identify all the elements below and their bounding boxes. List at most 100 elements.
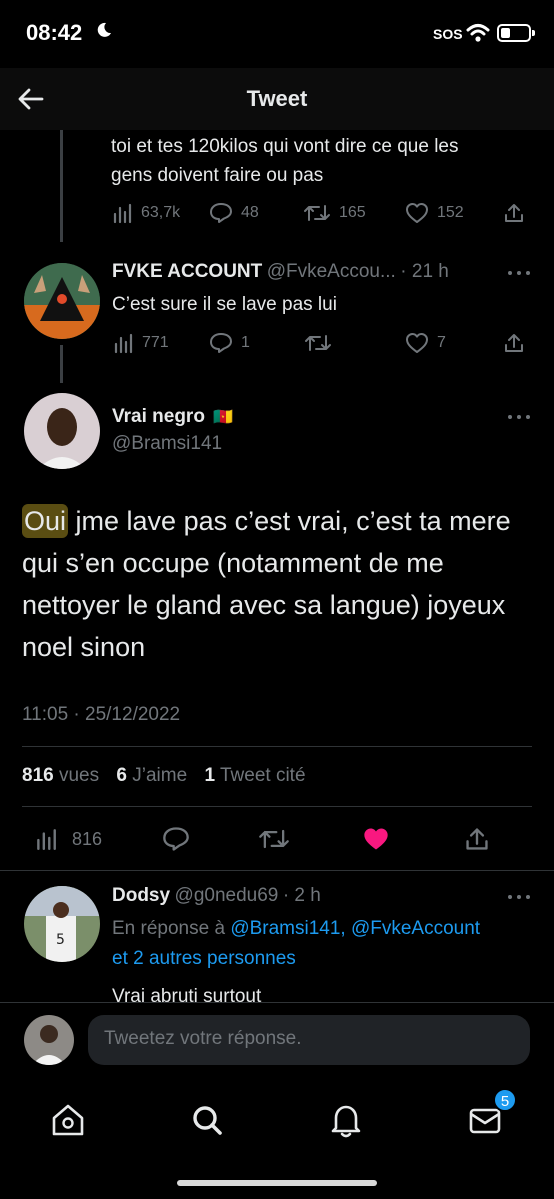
quotes-label: Tweet cité bbox=[219, 765, 306, 786]
reply-text: C’est sure il se lave pas lui bbox=[112, 294, 337, 315]
tweet-stats: 816 vues 6 J’aime 1 Tweet cité bbox=[22, 765, 306, 787]
likes-stat[interactable]: 6 J’aime bbox=[116, 765, 187, 786]
views-count: 816 bbox=[72, 828, 103, 849]
heart-icon bbox=[406, 203, 428, 223]
parent-tweet-text: toi et tes 120kilos qui vont dire ce que… bbox=[111, 136, 459, 186]
like-button[interactable] bbox=[362, 824, 390, 854]
tab-search[interactable] bbox=[177, 1090, 237, 1150]
bell-icon bbox=[331, 1105, 361, 1138]
views-button[interactable]: 771 bbox=[112, 330, 169, 356]
quotes-total: 1 bbox=[204, 765, 216, 786]
views-count: 63,7k bbox=[141, 204, 181, 221]
avatar[interactable] bbox=[24, 263, 100, 339]
reply-header: FVKE ACCOUNT @FvkeAccou... · 21 h bbox=[112, 261, 449, 283]
author-handle[interactable]: @Bramsi141 bbox=[112, 433, 222, 455]
quotes-stat[interactable]: 1 Tweet cité bbox=[204, 765, 305, 786]
reply-action-bar: 771 1 7 bbox=[112, 330, 532, 356]
page-title: Tweet bbox=[246, 86, 308, 111]
text-highlight: Oui bbox=[22, 504, 69, 538]
reply-input[interactable]: Tweetez votre réponse. bbox=[88, 1015, 530, 1065]
sos-indicator: SOS bbox=[433, 26, 463, 42]
tweet-timestamp: 11:05 · 25/12/2022 bbox=[22, 704, 181, 725]
reply-header: Dodsy @g0nedu69 · 2 h bbox=[112, 885, 321, 907]
author-name[interactable]: FVKE ACCOUNT bbox=[112, 261, 262, 282]
views-chart-icon bbox=[114, 333, 133, 354]
reply-count: 1 bbox=[241, 334, 250, 351]
main-action-bar: 816 bbox=[34, 824, 494, 854]
status-time: 08:42 bbox=[26, 20, 83, 45]
heart-filled-icon bbox=[364, 828, 388, 850]
more-options-icon[interactable] bbox=[506, 268, 532, 278]
tweet-time: · 2 h bbox=[282, 885, 321, 906]
parent-action-bar: 63,7k 48 165 152 bbox=[111, 200, 531, 226]
battery-icon bbox=[497, 24, 535, 42]
share-icon bbox=[505, 204, 523, 222]
avatar-illustration bbox=[24, 1015, 74, 1065]
main-author: Vrai negro 🇨🇲 bbox=[112, 406, 233, 428]
reply-button[interactable]: 1 bbox=[209, 330, 250, 356]
retweet-button[interactable] bbox=[258, 824, 290, 854]
author-name[interactable]: Vrai negro bbox=[112, 406, 205, 427]
share-button[interactable] bbox=[503, 330, 525, 356]
share-icon bbox=[505, 334, 523, 352]
like-button[interactable]: 7 bbox=[405, 330, 446, 356]
retweet-icon bbox=[305, 335, 331, 351]
avatar-illustration bbox=[24, 393, 100, 469]
search-icon bbox=[193, 1106, 222, 1135]
tab-notifications[interactable] bbox=[316, 1090, 376, 1150]
reply-more-link[interactable]: et 2 autres personnes bbox=[112, 944, 532, 974]
reply-icon bbox=[163, 827, 189, 851]
top-nav: Tweet bbox=[0, 68, 554, 130]
main-tweet-text: Oui jme lave pas c’est vrai, c’est ta me… bbox=[22, 500, 532, 668]
share-button[interactable] bbox=[464, 824, 490, 854]
likes-label: J’aime bbox=[132, 765, 188, 786]
reply-count: 48 bbox=[241, 204, 259, 221]
moon-icon bbox=[97, 22, 111, 37]
share-icon bbox=[466, 828, 488, 850]
author-handle[interactable]: @g0nedu69 bbox=[175, 885, 279, 906]
avatar-illustration: 5 bbox=[24, 886, 100, 962]
views-button[interactable]: 63,7k bbox=[111, 200, 180, 226]
divider bbox=[22, 806, 532, 807]
cameroon-flag-icon: 🇨🇲 bbox=[213, 409, 234, 426]
reply-button[interactable]: 48 bbox=[209, 200, 259, 226]
avatar[interactable]: 5 bbox=[24, 886, 100, 962]
reply-button[interactable] bbox=[162, 824, 190, 854]
views-total: 816 bbox=[22, 765, 54, 786]
tab-home[interactable] bbox=[38, 1090, 98, 1150]
author-name[interactable]: Dodsy bbox=[112, 885, 170, 906]
views-button[interactable]: 816 bbox=[34, 824, 102, 854]
views-chart-icon bbox=[37, 829, 56, 851]
my-avatar[interactable] bbox=[24, 1015, 74, 1065]
thread-line bbox=[60, 130, 63, 242]
reply-prefix: En réponse à bbox=[112, 918, 226, 939]
home-icon bbox=[52, 1104, 84, 1136]
home-indicator[interactable] bbox=[177, 1180, 377, 1186]
divider bbox=[22, 746, 532, 747]
svg-text:5: 5 bbox=[56, 932, 65, 948]
more-options-icon[interactable] bbox=[506, 412, 532, 422]
text-body: jme lave pas c’est vrai, c’est ta mere q… bbox=[22, 506, 511, 662]
author-handle[interactable]: @FvkeAccou... bbox=[267, 261, 396, 282]
reply-icon bbox=[210, 203, 232, 223]
views-chart-icon bbox=[113, 203, 132, 224]
reply-context: En réponse à @Bramsi141, @FvkeAccount et… bbox=[112, 914, 532, 974]
more-options-icon[interactable] bbox=[506, 892, 532, 902]
wifi-icon bbox=[466, 24, 490, 42]
retweet-icon bbox=[259, 829, 289, 849]
divider bbox=[0, 870, 554, 871]
reply-icon bbox=[210, 333, 232, 353]
retweet-button[interactable] bbox=[304, 330, 332, 356]
heart-icon bbox=[406, 333, 428, 353]
views-count: 771 bbox=[142, 334, 169, 351]
retweet-button[interactable]: 165 bbox=[303, 200, 366, 226]
likes-total: 6 bbox=[116, 765, 127, 786]
status-bar: 08:42 SOS bbox=[0, 0, 554, 68]
like-button[interactable]: 152 bbox=[405, 200, 464, 226]
share-button[interactable] bbox=[503, 200, 525, 226]
reply-mentions[interactable]: @Bramsi141, @FvkeAccount bbox=[230, 918, 480, 939]
like-count: 7 bbox=[437, 334, 446, 351]
like-count: 152 bbox=[437, 204, 464, 221]
avatar[interactable] bbox=[24, 393, 100, 469]
tweet-time: · 21 h bbox=[400, 261, 449, 282]
